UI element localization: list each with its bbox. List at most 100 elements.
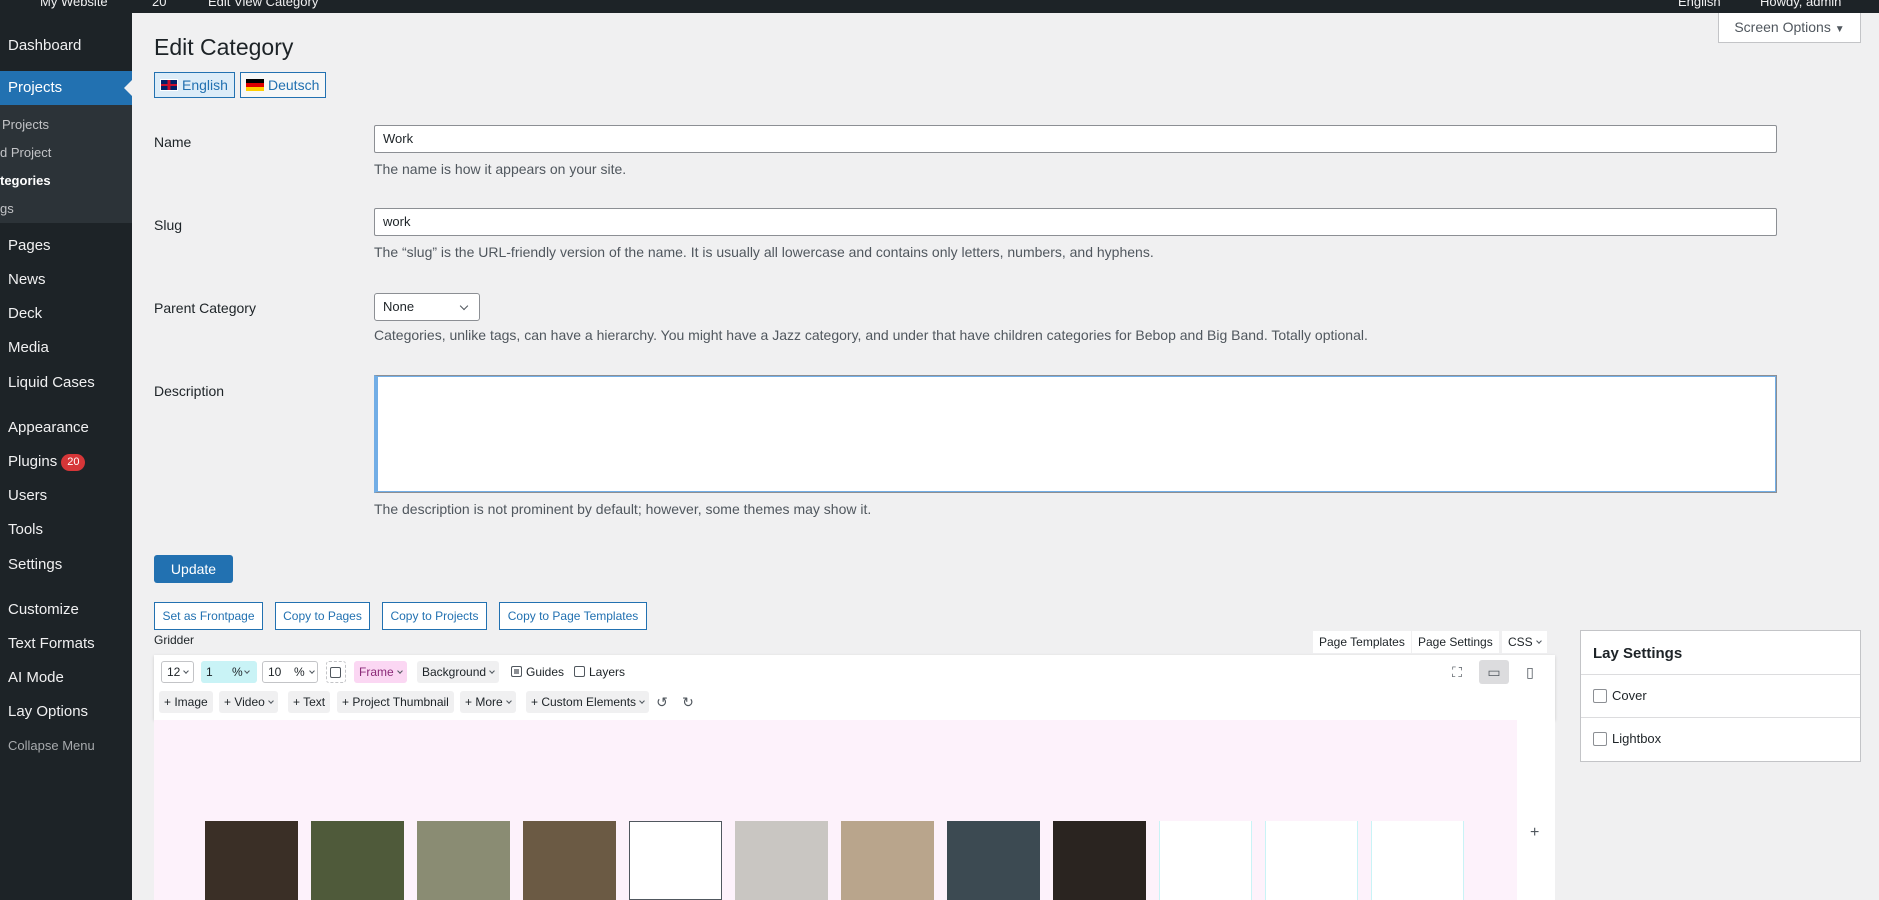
menu-users[interactable]: Users xyxy=(0,479,132,513)
collapse-menu-button[interactable]: Collapse Menu xyxy=(0,729,132,763)
mobile-view-icon[interactable]: ▯ xyxy=(1515,660,1545,684)
project-thumbnail[interactable] xyxy=(523,821,616,900)
add-row-button[interactable]: + xyxy=(1530,824,1539,842)
guides-label: Guides xyxy=(526,665,565,679)
empty-grid-column xyxy=(1371,821,1464,900)
lightbox-checkbox[interactable] xyxy=(1593,732,1607,746)
empty-grid-column xyxy=(1265,821,1358,900)
submenu-tags[interactable]: gs xyxy=(0,197,14,221)
name-description: The name is how it appears on your site. xyxy=(374,161,627,177)
name-input[interactable]: Work xyxy=(374,125,1777,153)
lightbox-option[interactable]: Lightbox xyxy=(1581,717,1860,760)
gridder-label: Gridder xyxy=(154,633,195,647)
select-toggle[interactable] xyxy=(326,661,346,683)
menu-customize[interactable]: Customize xyxy=(0,593,132,627)
page-title: Edit Category xyxy=(154,34,294,60)
add-text-button[interactable]: + Text xyxy=(288,691,331,713)
project-thumbnail[interactable] xyxy=(735,821,828,900)
project-thumbnail[interactable] xyxy=(841,821,934,900)
submenu-categories[interactable]: tegories xyxy=(0,169,51,193)
chevron-down-icon xyxy=(267,698,274,704)
project-thumbnail[interactable] xyxy=(947,821,1040,900)
copy-to-projects-button[interactable]: Copy to Projects xyxy=(382,602,487,630)
menu-lay-options[interactable]: Lay Options xyxy=(0,695,132,729)
cover-checkbox[interactable] xyxy=(1593,689,1607,703)
menu-plugins[interactable]: Plugins 20 xyxy=(0,445,132,479)
add-project-thumbnail-button[interactable]: + Project Thumbnail xyxy=(337,691,454,713)
cover-label: Cover xyxy=(1612,688,1647,703)
admin-sidebar: Dashboard Projects Projects d Project te… xyxy=(0,13,132,900)
parent-category-select[interactable]: None xyxy=(374,293,480,321)
screen-options-button[interactable]: Screen Options ▼ xyxy=(1718,13,1861,43)
add-video-label: + Video xyxy=(224,695,265,709)
desktop-view-icon[interactable]: ▭ xyxy=(1479,660,1509,684)
updates-count[interactable]: 20 xyxy=(152,0,166,9)
project-thumbnail[interactable] xyxy=(205,821,298,900)
project-thumbnail[interactable] xyxy=(417,821,510,900)
de-flag-icon xyxy=(246,79,264,91)
copy-to-pages-button[interactable]: Copy to Pages xyxy=(275,602,370,630)
background-label: Background xyxy=(422,665,487,679)
plugins-update-badge: 20 xyxy=(61,454,86,471)
project-thumbnail[interactable] xyxy=(1053,821,1146,900)
menu-text-formats[interactable]: Text Formats xyxy=(0,627,132,661)
guides-toggle[interactable]: Guides xyxy=(506,661,569,683)
description-label: Description xyxy=(154,383,225,399)
slug-input[interactable]: work xyxy=(374,208,1777,236)
site-name-link[interactable]: My Website xyxy=(40,0,108,9)
menu-deck[interactable]: Deck xyxy=(0,297,132,331)
slug-label: Slug xyxy=(154,217,183,233)
page-templates-tab[interactable]: Page Templates xyxy=(1313,631,1411,653)
lightbox-label: Lightbox xyxy=(1612,731,1662,746)
frame-label: Frame xyxy=(359,665,394,679)
menu-pages[interactable]: Pages xyxy=(0,229,132,263)
set-as-frontpage-button[interactable]: Set as Frontpage xyxy=(154,602,263,630)
menu-projects[interactable]: Projects xyxy=(0,71,132,105)
project-thumbnail[interactable] xyxy=(311,821,404,900)
gutter-input[interactable]: 1% xyxy=(201,661,257,683)
menu-tools[interactable]: Tools xyxy=(0,513,132,547)
language-tab-english[interactable]: English xyxy=(154,72,235,98)
lay-settings-title: Lay Settings xyxy=(1593,645,1683,662)
submenu-add-project[interactable]: d Project xyxy=(0,141,51,165)
columns-select[interactable]: 12 xyxy=(161,661,195,683)
project-thumbnail[interactable] xyxy=(629,821,722,900)
menu-settings[interactable]: Settings xyxy=(0,548,132,582)
undo-icon[interactable]: ↺ xyxy=(652,690,672,714)
menu-dashboard[interactable]: Dashboard xyxy=(0,29,132,63)
add-custom-elements-label: + Custom Elements xyxy=(531,695,637,709)
menu-news[interactable]: News xyxy=(0,263,132,297)
layers-checkbox[interactable] xyxy=(574,666,585,677)
submenu-all-projects[interactable]: Projects xyxy=(2,113,49,137)
view-category-link[interactable]: Edit View Category xyxy=(208,0,318,9)
howdy-user[interactable]: Howdy, admin xyxy=(1760,0,1841,9)
menu-media[interactable]: Media xyxy=(0,331,132,365)
css-tab[interactable]: CSS xyxy=(1502,631,1547,653)
add-video-button[interactable]: + Video xyxy=(219,691,278,713)
chevron-down-icon xyxy=(244,668,250,674)
menu-appearance[interactable]: Appearance xyxy=(0,411,132,445)
fullscreen-icon[interactable]: ⛶ xyxy=(1442,660,1472,684)
page-settings-tab[interactable]: Page Settings xyxy=(1412,631,1499,653)
add-more-button[interactable]: + More xyxy=(460,691,516,713)
uk-flag-icon xyxy=(160,79,178,91)
frame-dropdown[interactable]: Frame xyxy=(354,661,407,683)
copy-to-page-templates-button[interactable]: Copy to Page Templates xyxy=(499,602,647,630)
menu-liquid-cases[interactable]: Liquid Cases xyxy=(0,366,132,400)
layers-toggle[interactable]: Layers xyxy=(569,661,630,683)
redo-icon[interactable]: ↻ xyxy=(678,690,698,714)
guides-checkbox[interactable] xyxy=(511,666,522,677)
description-textarea[interactable] xyxy=(374,375,1777,493)
menu-ai-mode[interactable]: AI Mode xyxy=(0,661,132,695)
add-custom-elements-button[interactable]: + Custom Elements xyxy=(526,691,650,713)
language-switcher[interactable]: English xyxy=(1678,0,1721,9)
language-tab-deutsch[interactable]: Deutsch xyxy=(240,72,327,98)
margin-input[interactable]: 10% xyxy=(262,661,318,683)
background-dropdown[interactable]: Background xyxy=(417,661,500,683)
gridder-side-column: + xyxy=(1517,720,1555,900)
slug-description: The “slug” is the URL-friendly version o… xyxy=(374,244,1154,260)
add-image-button[interactable]: + Image xyxy=(159,691,213,713)
update-button[interactable]: Update xyxy=(154,555,233,583)
cover-option[interactable]: Cover xyxy=(1581,674,1860,717)
description-help: The description is not prominent by defa… xyxy=(374,501,872,517)
